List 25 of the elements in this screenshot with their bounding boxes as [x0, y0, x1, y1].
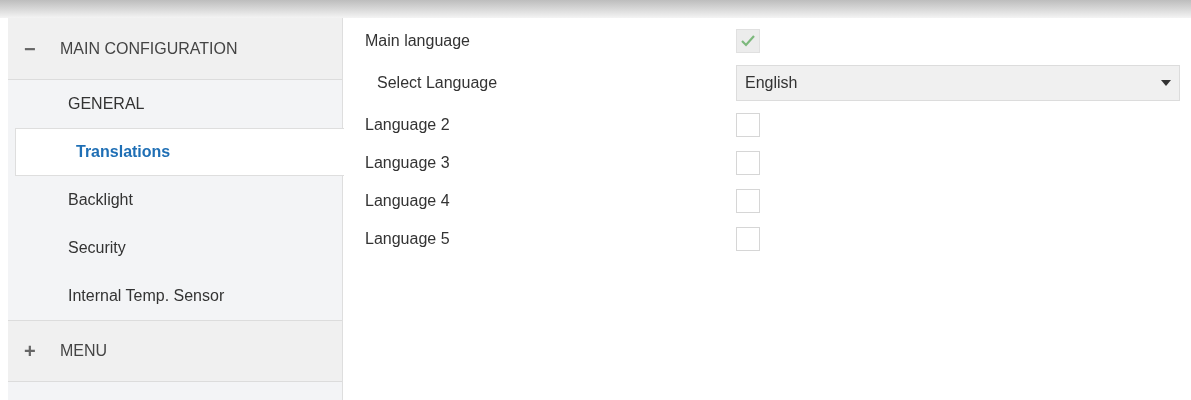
parameter-label: Language 5: [365, 229, 451, 249]
section-header[interactable]: − MAIN CONFIGURATION: [8, 18, 342, 80]
checkbox[interactable]: [736, 189, 760, 213]
parameter-label: Language 2: [365, 115, 451, 135]
parameter-label: Select Language: [376, 73, 499, 93]
language-dropdown[interactable]: English: [736, 65, 1180, 101]
checkbox[interactable]: [736, 227, 760, 251]
checkbox[interactable]: [736, 113, 760, 137]
parameter-label: Main language: [365, 31, 471, 51]
collapse-icon[interactable]: −: [8, 33, 60, 64]
parameter-label: Language 4: [365, 191, 451, 211]
section-title: MENU: [60, 341, 108, 361]
sidebar-item[interactable]: GENERAL: [8, 80, 342, 128]
sidebar-item[interactable]: Security: [8, 224, 342, 272]
parameter-label: Language 3: [365, 153, 451, 173]
caret-icon: [1161, 80, 1171, 86]
expand-icon[interactable]: +: [8, 336, 60, 366]
section-header[interactable]: + MENU: [8, 320, 342, 382]
check-icon: [741, 35, 755, 47]
dropdown-value: English: [745, 73, 798, 93]
section-title: MAIN CONFIGURATION: [60, 38, 238, 59]
sidebar-item[interactable]: Backlight: [8, 176, 342, 224]
sidebar-item[interactable]: Translations: [15, 128, 344, 176]
checkbox[interactable]: [736, 151, 760, 175]
sidebar-item[interactable]: Internal Temp. Sensor: [8, 272, 342, 320]
